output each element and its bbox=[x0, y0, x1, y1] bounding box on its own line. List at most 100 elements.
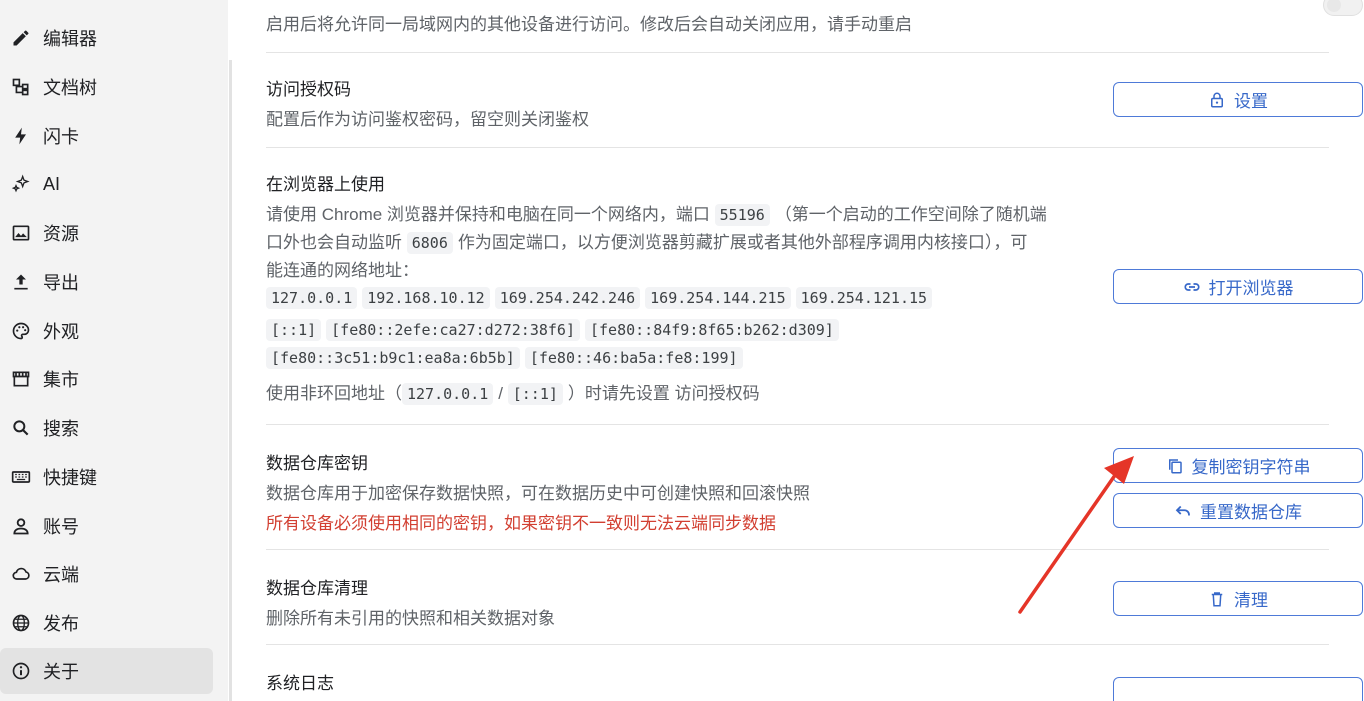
lightning-icon bbox=[10, 125, 32, 147]
sidebar-item-flashcard[interactable]: 闪卡 bbox=[0, 113, 213, 159]
sidebar-item-about[interactable]: 关于 bbox=[0, 648, 213, 694]
ipv4-address-list: 127.0.0.1 192.168.10.12 169.254.242.246 169… bbox=[266, 287, 937, 309]
browser-usage-desc-line3: 能连通的网络地址： bbox=[266, 261, 419, 280]
button-label: 复制密钥字符串 bbox=[1191, 458, 1311, 477]
sidebar-item-label: AI bbox=[43, 173, 61, 194]
sidebar-item-export[interactable]: 导出 bbox=[0, 259, 213, 305]
desc-text: 作为固定端口，以方便浏览器剪藏扩展或者其他外部程序调用内核接口），可 bbox=[457, 233, 1028, 252]
desc-text: 口外也会自动监听 bbox=[266, 233, 402, 252]
note-text: ）时请先设置 访问授权码 bbox=[567, 384, 760, 403]
lan-access-toggle[interactable] bbox=[1323, 0, 1363, 16]
search-icon bbox=[10, 417, 32, 439]
auth-code-title: 访问授权码 bbox=[266, 80, 351, 99]
lan-access-row: 启用后将允许同一局域网内的其他设备进行访问。修改后会自动关闭应用，请手动重启 bbox=[266, 0, 1363, 53]
auth-code-row: 访问授权码 配置后作为访问鉴权密码，留空则关闭鉴权 设置 bbox=[266, 53, 1363, 148]
about-settings-panel: 启用后将允许同一局域网内的其他设备进行访问。修改后会自动关闭应用，请手动重启 访… bbox=[232, 0, 1364, 701]
sidebar-item-label: 集市 bbox=[43, 370, 79, 390]
address-chip: [fe80::46:ba5a:fe8:199] bbox=[524, 347, 743, 369]
browser-usage-desc-line1: 请使用 Chrome 浏览器并保持和电脑在同一个网络内，端口 55196 （第一个… bbox=[266, 200, 1047, 226]
sidebar-item-bazaar[interactable]: 集市 bbox=[0, 356, 213, 402]
repo-purge-desc: 删除所有未引用的快照和相关数据对象 bbox=[266, 609, 555, 628]
sidebar-item-ai[interactable]: AI bbox=[0, 161, 213, 207]
palette-icon bbox=[10, 320, 32, 342]
sidebar-item-label: 编辑器 bbox=[43, 29, 97, 49]
person-icon bbox=[10, 515, 32, 537]
system-log-row: 系统日志 bbox=[266, 645, 1363, 701]
repo-key-warning: 所有设备必须使用相同的密钥，如果密钥不一致则无法云端同步数据 bbox=[266, 514, 776, 533]
sidebar-item-cloud[interactable]: 云端 bbox=[0, 551, 213, 597]
sidebar-item-label: 账号 bbox=[43, 517, 79, 537]
sidebar-item-label: 快捷键 bbox=[43, 468, 97, 488]
copy-key-button[interactable]: 复制密钥字符串 bbox=[1113, 448, 1363, 483]
loopback-v6: [::1] bbox=[507, 383, 563, 405]
cloud-icon bbox=[10, 563, 32, 585]
reset-repo-button[interactable]: 重置数据仓库 bbox=[1113, 493, 1363, 528]
sidebar-item-publish[interactable]: 发布 bbox=[0, 600, 213, 646]
upload-icon bbox=[10, 271, 32, 293]
sparkle-icon bbox=[10, 173, 32, 195]
loopback-note: 使用非环回地址（ 127.0.0.1/ [::1] ）时请先设置 访问授权码 bbox=[266, 379, 760, 405]
button-label: 重置数据仓库 bbox=[1200, 503, 1302, 522]
port-random: 55196 bbox=[714, 204, 770, 226]
sidebar-item-label: 关于 bbox=[43, 662, 79, 682]
sidebar-item-label: 文档树 bbox=[43, 78, 97, 98]
repo-key-desc: 数据仓库用于加密保存数据快照，可在数据历史中可创建快照和回滚快照 bbox=[266, 484, 810, 503]
note-text: 使用非环回地址（ bbox=[266, 384, 402, 403]
trash-icon bbox=[1211, 591, 1223, 606]
address-chip: 127.0.0.1 bbox=[266, 287, 358, 309]
note-separator: / bbox=[498, 384, 504, 403]
browser-usage-desc-line2: 口外也会自动监听 6806 作为固定端口，以方便浏览器剪藏扩展或者其他外部程序调用… bbox=[266, 228, 1027, 254]
image-icon bbox=[10, 222, 32, 244]
undo-icon bbox=[1175, 505, 1190, 515]
auth-code-desc: 配置后作为访问鉴权密码，留空则关闭鉴权 bbox=[266, 110, 589, 129]
sidebar-item-keymap[interactable]: 快捷键 bbox=[0, 454, 213, 500]
button-label: 设置 bbox=[1234, 92, 1268, 111]
system-log-button[interactable] bbox=[1113, 677, 1363, 701]
address-chip: [fe80::3c51:b9c1:ea8a:6b5b] bbox=[266, 347, 520, 369]
copy-icon bbox=[1168, 458, 1182, 473]
settings-sidebar: 编辑器 文档树 闪卡 AI 资源 导出 外观 集市 搜索 快捷键 账号 云端 发… bbox=[0, 0, 228, 701]
sidebar-item-search[interactable]: 搜索 bbox=[0, 405, 213, 451]
repo-key-title: 数据仓库密钥 bbox=[266, 454, 368, 473]
browser-usage-row: 在浏览器上使用 请使用 Chrome 浏览器并保持和电脑在同一个网络内，端口 5… bbox=[266, 148, 1363, 425]
desc-text: （第一个启动的工作空间除了随机端 bbox=[774, 205, 1047, 224]
repo-purge-title: 数据仓库清理 bbox=[266, 579, 368, 598]
address-chip: 192.168.10.12 bbox=[362, 287, 490, 309]
sidebar-item-doctree[interactable]: 文档树 bbox=[0, 64, 213, 110]
purge-button[interactable]: 清理 bbox=[1113, 581, 1363, 616]
info-icon bbox=[10, 660, 32, 682]
set-auth-code-button[interactable]: 设置 bbox=[1113, 82, 1363, 117]
address-chip: 169.254.144.215 bbox=[645, 287, 791, 309]
ipv6-address-list-2: [fe80::3c51:b9c1:ea8a:6b5b] [fe80::46:ba5… bbox=[266, 347, 748, 369]
port-fixed: 6806 bbox=[406, 232, 453, 254]
sidebar-item-assets[interactable]: 资源 bbox=[0, 210, 213, 256]
ipv6-address-list-1: [::1] [fe80::2efe:ca27:d272:38f6] [fe80::8… bbox=[266, 319, 844, 341]
sidebar-item-label: 资源 bbox=[43, 224, 79, 244]
repo-purge-row: 数据仓库清理 删除所有未引用的快照和相关数据对象 清理 bbox=[266, 550, 1363, 645]
sidebar-item-label: 发布 bbox=[43, 614, 79, 634]
lock-icon bbox=[1211, 92, 1223, 107]
store-icon bbox=[10, 368, 32, 390]
address-chip: [fe80::2efe:ca27:d272:38f6] bbox=[326, 319, 580, 341]
sidebar-item-label: 搜索 bbox=[43, 419, 79, 439]
tree-icon bbox=[10, 76, 32, 98]
open-browser-button[interactable]: 打开浏览器 bbox=[1113, 269, 1363, 304]
lan-access-desc: 启用后将允许同一局域网内的其他设备进行访问。修改后会自动关闭应用，请手动重启 bbox=[266, 15, 912, 34]
globe-icon bbox=[10, 612, 32, 634]
system-log-title: 系统日志 bbox=[266, 674, 334, 693]
sidebar-item-label: 闪卡 bbox=[43, 127, 79, 147]
browser-usage-title: 在浏览器上使用 bbox=[266, 175, 385, 194]
sidebar-item-account[interactable]: 账号 bbox=[0, 503, 213, 549]
button-label: 清理 bbox=[1234, 591, 1268, 610]
address-chip: [fe80::84f9:8f65:b262:d309] bbox=[585, 319, 839, 341]
sidebar-item-label: 外观 bbox=[43, 322, 79, 342]
pencil-icon bbox=[10, 27, 32, 49]
sidebar-item-label: 云端 bbox=[43, 565, 79, 585]
sidebar-item-editor[interactable]: 编辑器 bbox=[0, 15, 213, 61]
address-chip: 169.254.121.15 bbox=[795, 287, 933, 309]
desc-text: 请使用 Chrome 浏览器并保持和电脑在同一个网络内，端口 bbox=[266, 205, 710, 224]
button-label: 打开浏览器 bbox=[1208, 279, 1294, 298]
loopback-v4: 127.0.0.1 bbox=[402, 383, 494, 405]
sidebar-item-appearance[interactable]: 外观 bbox=[0, 308, 213, 354]
keyboard-icon bbox=[10, 466, 32, 488]
